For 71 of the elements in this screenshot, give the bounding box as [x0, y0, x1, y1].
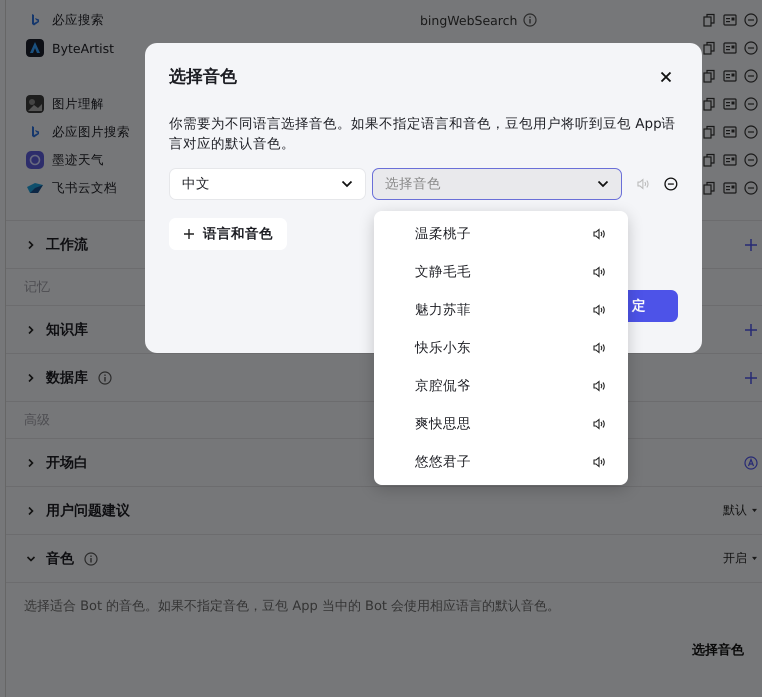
copy-icon[interactable] [702, 153, 716, 167]
plus-icon [183, 228, 195, 240]
chevron-icon[interactable] [26, 240, 36, 250]
card-icon[interactable] [723, 153, 737, 167]
copy-icon[interactable] [702, 97, 716, 111]
language-select[interactable]: 中文 [169, 168, 366, 200]
chevron-icon[interactable] [26, 458, 36, 468]
copy-icon[interactable] [702, 13, 716, 27]
speaker-icon[interactable] [592, 417, 606, 431]
chevron-icon [341, 180, 354, 188]
speaker-icon[interactable] [592, 379, 606, 393]
voice-option[interactable]: 文静毛毛 [374, 253, 628, 291]
remove-icon[interactable] [664, 177, 678, 191]
section-title[interactable]: 开场白 [46, 454, 88, 472]
plugin-name: 图片理解 [52, 96, 104, 112]
speaker-icon[interactable] [592, 303, 606, 317]
voice-select[interactable]: 选择音色 [372, 168, 622, 200]
copy-icon[interactable] [702, 125, 716, 139]
plugin-logo-icon [26, 39, 44, 57]
copy-icon[interactable] [702, 181, 716, 195]
chevron-icon[interactable] [26, 506, 36, 516]
card-icon[interactable] [723, 13, 737, 27]
plugin-name: 飞书云文档 [52, 180, 117, 196]
add-icon[interactable] [744, 238, 758, 252]
voice-option[interactable]: 快乐小东 [374, 329, 628, 367]
chevron-icon[interactable] [26, 372, 36, 382]
select-voice-button[interactable]: 选择音色 [692, 641, 744, 659]
speaker-icon[interactable] [592, 265, 606, 279]
plugin-name: 必应搜索 [52, 12, 104, 28]
card-icon[interactable] [723, 181, 737, 195]
caret-icon [751, 508, 758, 513]
mode-dropdown[interactable]: 开启 [723, 550, 758, 567]
add-icon[interactable] [744, 322, 758, 336]
speaker-icon[interactable] [592, 455, 606, 469]
chevron-icon[interactable] [26, 554, 36, 564]
chevron-icon [597, 180, 610, 188]
dialog-description: 你需要为不同语言选择音色。如果不指定语言和音色，豆包用户将听到豆包 App语言对应的默认音色。 [169, 115, 677, 154]
voice-option[interactable]: 温柔桃子 [374, 215, 628, 253]
voice-description: 选择适合 Bot 的音色。如果不指定音色，豆包 App 当中的 Bot 会使用相应语言的默认音色。 [24, 599, 560, 614]
card-icon[interactable] [723, 69, 737, 83]
chevron-icon[interactable] [26, 324, 36, 334]
speaker-icon[interactable] [592, 341, 606, 355]
caret-icon [751, 556, 758, 561]
speaker-icon[interactable] [592, 227, 606, 241]
mode-dropdown[interactable]: 默认 [723, 502, 758, 519]
card-icon[interactable] [723, 41, 737, 55]
section-title[interactable]: 用户问题建议 [46, 502, 130, 520]
copy-icon[interactable] [702, 41, 716, 55]
dialog-title: 选择音色 [169, 66, 237, 88]
voice-option[interactable]: 悠悠君子 [374, 443, 628, 481]
auto-icon[interactable] [744, 456, 758, 470]
bing-logo-icon [30, 13, 40, 27]
card-icon[interactable] [723, 125, 737, 139]
tool-name: bingWebSearch [420, 12, 518, 28]
bing-logo-icon [30, 125, 40, 139]
add-icon[interactable] [744, 370, 758, 384]
section-title[interactable]: 工作流 [46, 236, 88, 254]
image-thumbnail-icon [26, 95, 44, 113]
plugin-name: 墨迹天气 [52, 152, 104, 168]
close-icon[interactable] [660, 70, 672, 82]
section-title[interactable]: 音色 [46, 550, 74, 568]
voice-option[interactable]: 爽快思思 [374, 405, 628, 443]
section-title[interactable]: 数据库 [46, 368, 88, 386]
copy-icon[interactable] [702, 69, 716, 83]
add-language-button[interactable]: 语言和音色 [169, 218, 287, 250]
weather-logo-icon [26, 151, 44, 169]
voice-option[interactable]: 京腔侃爷 [374, 367, 628, 405]
card-icon[interactable] [723, 97, 737, 111]
section-title[interactable]: 知识库 [46, 320, 88, 338]
plugin-name: 必应图片搜索 [52, 124, 130, 140]
plugin-name: ByteArtist [52, 40, 114, 56]
